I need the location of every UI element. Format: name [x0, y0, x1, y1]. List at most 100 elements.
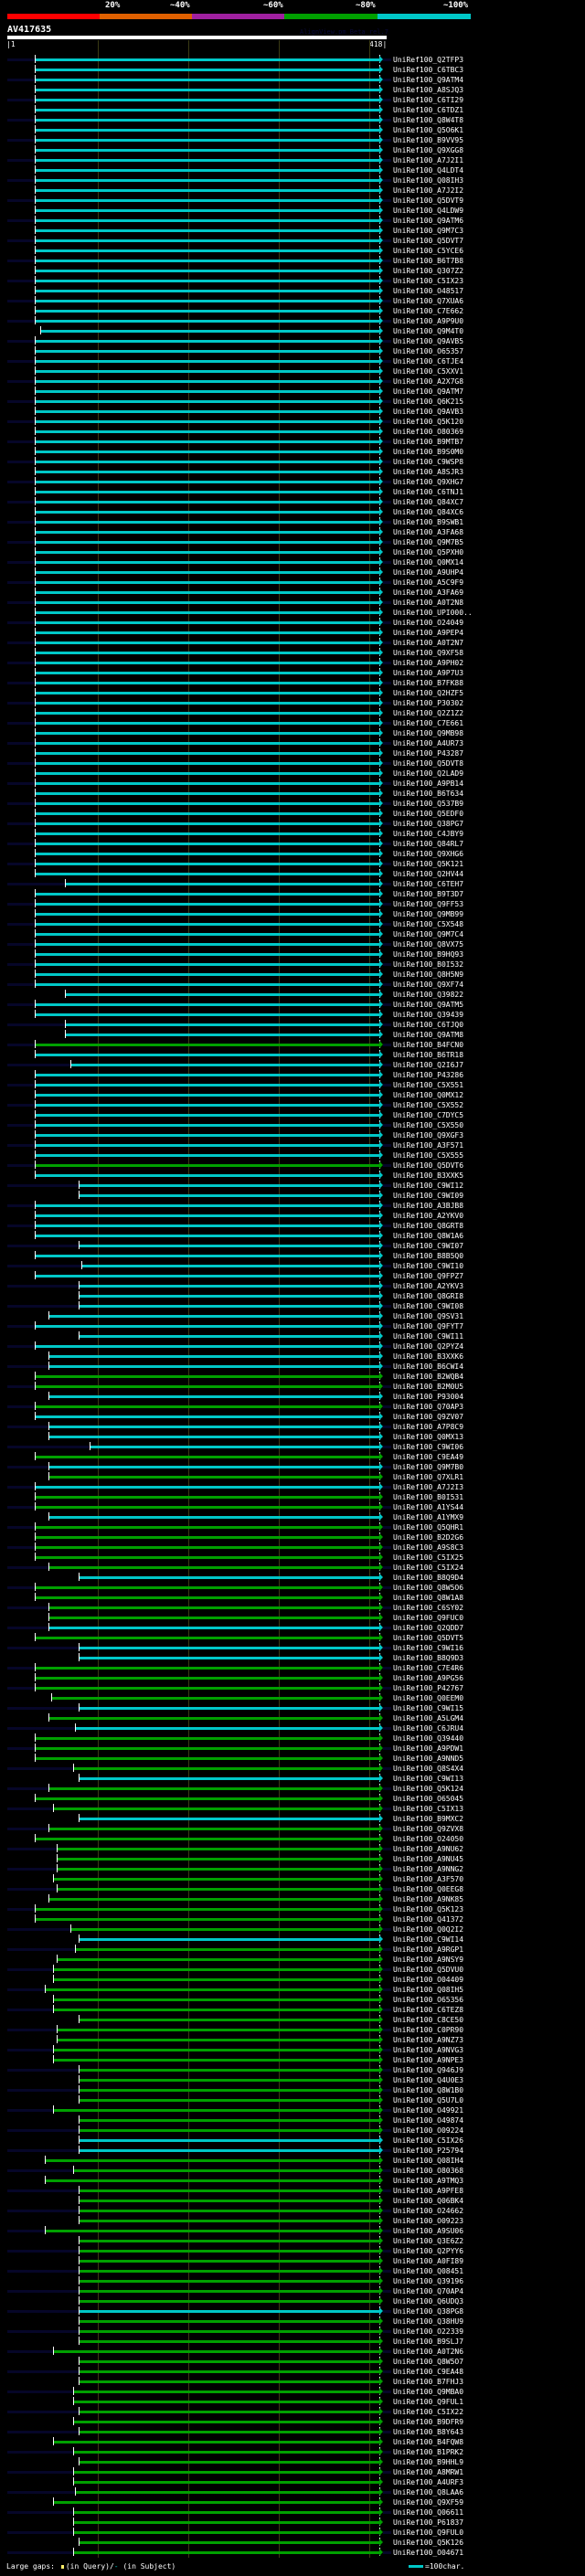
hit-row[interactable]: UniRef100_B9HQ93: [0, 949, 585, 959]
hit-row[interactable]: UniRef100_Q8W5O6: [0, 1583, 585, 1593]
hit-row[interactable]: UniRef100_A9PH02: [0, 658, 585, 668]
hit-label[interactable]: UniRef100_A7J2I3: [393, 1482, 463, 1492]
hit-label[interactable]: UniRef100_Q9ATM7: [393, 387, 463, 397]
hit-row[interactable]: UniRef100_Q84RL7: [0, 839, 585, 849]
hit-label[interactable]: UniRef100_Q9XGG8: [393, 145, 463, 155]
hit-row[interactable]: UniRef100_Q4LDW9: [0, 206, 585, 216]
hit-label[interactable]: UniRef100_C6TBC3: [393, 65, 463, 75]
hit-label[interactable]: UniRef100_Q6UDQ3: [393, 2296, 463, 2306]
hit-row[interactable]: UniRef100_B0I532: [0, 959, 585, 970]
hit-label[interactable]: UniRef100_A9PG56: [393, 1673, 463, 1683]
hit-row[interactable]: UniRef100_A3F571: [0, 1140, 585, 1150]
hit-label[interactable]: UniRef100_Q70AP4: [393, 2286, 463, 2296]
hit-label[interactable]: UniRef100_Q84XC7: [393, 497, 463, 507]
hit-row[interactable]: UniRef100_Q9ZVX8: [0, 1824, 585, 1834]
hit-label[interactable]: UniRef100_Q5O6K1: [393, 125, 463, 135]
hit-label[interactable]: UniRef100_Q08451: [393, 2266, 463, 2276]
hit-row[interactable]: UniRef100_Q38PG7: [0, 819, 585, 829]
hit-label[interactable]: UniRef100_Q9MBA0: [393, 2387, 463, 2397]
hit-label[interactable]: UniRef100_A1YMX9: [393, 1512, 463, 1522]
hit-label[interactable]: UniRef100_Q9XGF3: [393, 1130, 463, 1140]
hit-label[interactable]: UniRef100_Q5QHR1: [393, 1522, 463, 1532]
hit-label[interactable]: UniRef100_A2X7G8: [393, 376, 463, 387]
hit-label[interactable]: UniRef100_Q8GRI8: [393, 1291, 463, 1301]
hit-label[interactable]: UniRef100_Q9FUC0: [393, 1613, 463, 1623]
hit-row[interactable]: UniRef100_C9WSP8: [0, 457, 585, 467]
hit-row[interactable]: UniRef100_A0T2N6: [0, 2347, 585, 2357]
hit-row[interactable]: UniRef100_Q9FYT7: [0, 1321, 585, 1331]
hit-label[interactable]: UniRef100_O80369: [393, 427, 463, 437]
hit-row[interactable]: UniRef100_Q9ZV07: [0, 1412, 585, 1422]
hit-row[interactable]: UniRef100_B9MXC2: [0, 1814, 585, 1824]
hit-row[interactable]: UniRef100_C5IX22: [0, 2407, 585, 2417]
hit-row[interactable]: UniRef100_Q5U7L0: [0, 2095, 585, 2105]
hit-label[interactable]: UniRef100_Q9FUL0: [393, 2528, 463, 2538]
hit-label[interactable]: UniRef100_Q4LDW9: [393, 206, 463, 216]
hit-row[interactable]: UniRef100_O24050: [0, 1834, 585, 1844]
hit-row[interactable]: UniRef100_P43286: [0, 1070, 585, 1080]
hit-row[interactable]: UniRef100_Q8W5O7: [0, 2357, 585, 2367]
hit-label[interactable]: UniRef100_Q08IH3: [393, 175, 463, 186]
hit-row[interactable]: UniRef100_C6TEH7: [0, 879, 585, 889]
hit-label[interactable]: UniRef100_P42767: [393, 1683, 463, 1693]
hit-label[interactable]: UniRef100_Q8W5O7: [393, 2357, 463, 2367]
hit-label[interactable]: UniRef100_Q5K120: [393, 417, 463, 427]
hit-label[interactable]: UniRef100_Q9XHG7: [393, 477, 463, 487]
hit-label[interactable]: UniRef100_A9PFE8: [393, 2186, 463, 2196]
hit-row[interactable]: UniRef100_C9WI13: [0, 1774, 585, 1784]
hit-label[interactable]: UniRef100_C7E662: [393, 306, 463, 316]
hit-label[interactable]: UniRef100_C9WI07: [393, 1241, 463, 1251]
hit-label[interactable]: UniRef100_Q39440: [393, 1733, 463, 1744]
hit-row[interactable]: UniRef100_A9NU45: [0, 1854, 585, 1864]
hit-label[interactable]: UniRef100_A7J2I2: [393, 186, 463, 196]
hit-label[interactable]: UniRef100_A9RGP1: [393, 1945, 463, 1955]
hit-row[interactable]: UniRef100_A7J2I3: [0, 1482, 585, 1492]
hit-row[interactable]: UniRef100_A2YKV0: [0, 1211, 585, 1221]
hit-row[interactable]: UniRef100_A3BJB8: [0, 1201, 585, 1211]
hit-label[interactable]: UniRef100_A9S8C3: [393, 1542, 463, 1553]
hit-label[interactable]: UniRef100_A8MRW1: [393, 2467, 463, 2477]
hit-row[interactable]: UniRef100_Q9ATM6: [0, 216, 585, 226]
hit-row[interactable]: UniRef100_Q08IH3: [0, 175, 585, 186]
hit-row[interactable]: UniRef100_B9SWB1: [0, 517, 585, 527]
hit-label[interactable]: UniRef100_O49874: [393, 2115, 463, 2125]
hit-row[interactable]: UniRef100_Q08451: [0, 2266, 585, 2276]
hit-row[interactable]: UniRef100_C5IX24: [0, 1563, 585, 1573]
hit-row[interactable]: UniRef100_C9WI15: [0, 1703, 585, 1713]
hit-row[interactable]: UniRef100_Q38HU9: [0, 2316, 585, 2327]
hit-label[interactable]: UniRef100_A9NZ73: [393, 2035, 463, 2045]
hit-row[interactable]: UniRef100_Q84XC6: [0, 507, 585, 517]
hit-row[interactable]: UniRef100_Q9ATM8: [0, 1030, 585, 1040]
hit-row[interactable]: UniRef100_Q9XF58: [0, 648, 585, 658]
hit-row[interactable]: UniRef100_C5X550: [0, 1120, 585, 1130]
hit-label[interactable]: UniRef100_Q2HV44: [393, 869, 463, 879]
hit-label[interactable]: UniRef100_Q9ATM6: [393, 216, 463, 226]
hit-label[interactable]: UniRef100_Q9M7C4: [393, 929, 463, 939]
hit-label[interactable]: UniRef100_Q0EEM0: [393, 1693, 463, 1703]
hit-label[interactable]: UniRef100_Q2QDD7: [393, 1623, 463, 1633]
hit-row[interactable]: UniRef100_Q9XF74: [0, 980, 585, 990]
hit-row[interactable]: UniRef100_A9PB14: [0, 779, 585, 789]
hit-row[interactable]: UniRef100_Q0Q2I2: [0, 1924, 585, 1935]
hit-row[interactable]: UniRef100_O80369: [0, 427, 585, 437]
hit-label[interactable]: UniRef100_Q9ZV07: [393, 1412, 463, 1422]
hit-row[interactable]: UniRef100_A9UHP4: [0, 567, 585, 578]
hit-label[interactable]: UniRef100_Q06611: [393, 2507, 463, 2518]
hit-label[interactable]: UniRef100_C5IX13: [393, 1804, 463, 1814]
hit-label[interactable]: UniRef100_B4FQW8: [393, 2437, 463, 2447]
hit-label[interactable]: UniRef100_P25794: [393, 2146, 463, 2156]
hit-row[interactable]: UniRef100_B9MTB7: [0, 437, 585, 447]
hit-label[interactable]: UniRef100_O24049: [393, 618, 463, 628]
hit-label[interactable]: UniRef100_Q8W1B0: [393, 2085, 463, 2095]
hit-row[interactable]: UniRef100_P42767: [0, 1683, 585, 1693]
hit-row[interactable]: UniRef100_A4UR73: [0, 738, 585, 748]
hit-row[interactable]: UniRef100_Q9M7C4: [0, 929, 585, 939]
hit-label[interactable]: UniRef100_Q9FF53: [393, 899, 463, 909]
hit-label[interactable]: UniRef100_C6TDZ1: [393, 105, 463, 115]
hit-label[interactable]: UniRef100_A9NND5: [393, 1754, 463, 1764]
hit-label[interactable]: UniRef100_Q7XUA6: [393, 296, 463, 306]
hit-label[interactable]: UniRef100_Q9M4T0: [393, 326, 463, 336]
hit-label[interactable]: UniRef100_Q9ATM4: [393, 75, 463, 85]
hit-label[interactable]: UniRef100_C6JRU4: [393, 1723, 463, 1733]
hit-label[interactable]: UniRef100_C5X552: [393, 1100, 463, 1110]
